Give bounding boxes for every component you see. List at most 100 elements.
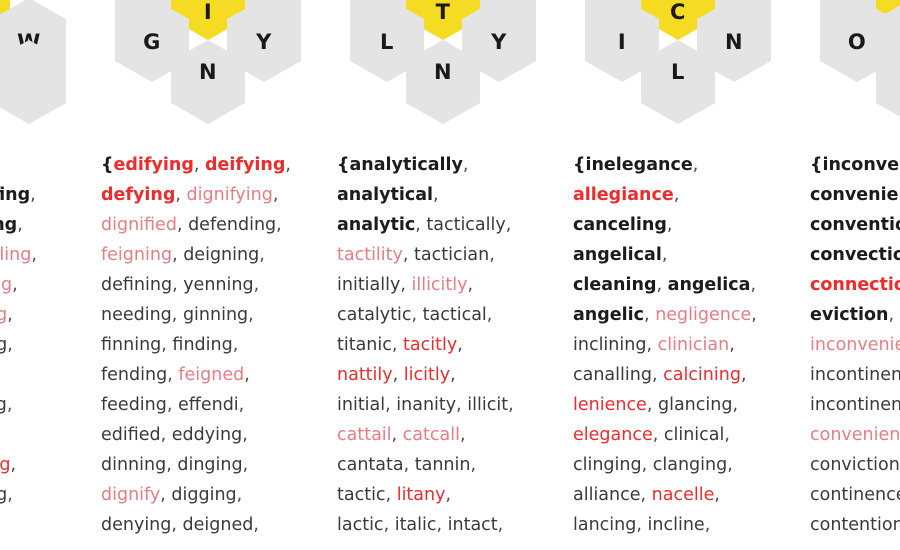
word-separator: , bbox=[253, 515, 259, 535]
word-token: cattail bbox=[337, 425, 392, 445]
word-token: analytic bbox=[337, 215, 416, 235]
word-line: feigning, deigning, bbox=[101, 240, 291, 270]
word-token: dinning bbox=[101, 455, 167, 475]
word-separator: , bbox=[661, 245, 668, 265]
word-line: {edifying, deifying, bbox=[101, 150, 291, 180]
word-token: angelica bbox=[667, 275, 751, 295]
word-separator: , bbox=[641, 455, 653, 475]
word-separator: , bbox=[172, 275, 184, 295]
word-separator: , bbox=[415, 215, 427, 235]
word-line: {inconvenience, bbox=[810, 150, 900, 180]
word-line: {analytically, bbox=[337, 150, 514, 180]
word-separator: , bbox=[714, 485, 720, 505]
word-separator: , bbox=[385, 395, 397, 415]
word-token: negligence bbox=[655, 305, 752, 325]
puzzle-1: W bbox=[0, 0, 120, 132]
word-token: initial bbox=[337, 395, 386, 415]
word-separator: , bbox=[259, 245, 265, 265]
word-line: dinning, dinging, bbox=[101, 450, 291, 480]
word-token: inconvenience bbox=[822, 155, 900, 175]
word-line: convenient, bbox=[810, 420, 900, 450]
word-separator: , bbox=[391, 425, 403, 445]
word-line: eviction, bbox=[810, 300, 900, 330]
word-token: clinging bbox=[573, 455, 642, 475]
word-line: ing, bbox=[0, 420, 37, 450]
word-separator: , bbox=[646, 335, 658, 355]
word-token: analytically bbox=[349, 155, 463, 175]
word-column-5: {inconvenience,convenience,convention,co… bbox=[810, 150, 900, 540]
word-line: fending, feigned, bbox=[101, 360, 291, 390]
word-separator: , bbox=[253, 275, 260, 295]
word-line: titanic, tacitly, bbox=[337, 330, 514, 360]
word-separator: , bbox=[171, 305, 183, 325]
word-token: tacitly bbox=[403, 335, 458, 355]
word-line: gging, bbox=[0, 300, 37, 330]
word-token: clinician bbox=[657, 335, 730, 355]
word-token: yenning bbox=[183, 275, 254, 295]
word-line: continence, bbox=[810, 480, 900, 510]
word-line: tactic, litany, bbox=[337, 480, 514, 510]
word-column-2: {edifying, deifying, defying, dignifying,… bbox=[101, 150, 291, 540]
word-token: litany bbox=[396, 485, 446, 505]
word-token: tactician bbox=[414, 245, 490, 265]
word-token: eddying bbox=[171, 425, 243, 445]
word-separator: , bbox=[732, 395, 739, 415]
word-separator: { bbox=[810, 155, 823, 175]
honeycomb-band: W I G Y N T L Y N C I N L O bbox=[0, 0, 900, 132]
word-line: ling, bbox=[0, 360, 37, 390]
word-line: edified, eddying, bbox=[101, 420, 291, 450]
word-separator: , bbox=[10, 455, 17, 475]
word-separator: , bbox=[666, 215, 673, 235]
word-line: owing, bbox=[0, 210, 37, 240]
word-separator: , bbox=[456, 395, 468, 415]
word-token: illicitly bbox=[411, 275, 468, 295]
word-token: ginning bbox=[182, 305, 249, 325]
word-token: titanic bbox=[337, 335, 392, 355]
word-separator: , bbox=[751, 305, 757, 325]
word-token: dinging bbox=[177, 455, 243, 475]
word-separator: , bbox=[656, 275, 668, 295]
word-line: finning, finding, bbox=[101, 330, 291, 360]
word-line: lactic, italic, intact, bbox=[337, 510, 514, 540]
hex-glyph: Y bbox=[491, 30, 507, 54]
word-line: analytic, tactically, bbox=[337, 210, 514, 240]
word-separator: , bbox=[160, 425, 172, 445]
word-separator: , bbox=[238, 395, 245, 415]
word-token: tannin bbox=[414, 455, 471, 475]
word-line: ggling, bbox=[0, 270, 37, 300]
word-line: conviction, bbox=[810, 450, 900, 480]
word-line: tactility, tactician, bbox=[337, 240, 514, 270]
word-token: glancing bbox=[657, 395, 733, 415]
word-separator: , bbox=[276, 215, 282, 235]
word-token: tactility bbox=[337, 245, 403, 265]
word-separator: , bbox=[176, 215, 189, 235]
word-separator: , bbox=[236, 485, 243, 505]
word-separator: , bbox=[673, 185, 680, 205]
word-token: finning bbox=[101, 335, 162, 355]
word-separator: , bbox=[6, 395, 13, 415]
word-separator: , bbox=[750, 275, 757, 295]
word-separator: , bbox=[285, 155, 291, 175]
word-token: going bbox=[0, 395, 7, 415]
word-token: digging bbox=[171, 485, 237, 505]
word-separator: , bbox=[17, 215, 23, 235]
word-separator: , bbox=[403, 455, 415, 475]
hex-glyph: N bbox=[433, 60, 453, 84]
word-line: angelic, negligence, bbox=[573, 300, 757, 330]
word-token: clanging bbox=[652, 455, 728, 475]
word-token: incontinent bbox=[810, 395, 900, 415]
word-line: lancing, incline, bbox=[573, 510, 757, 540]
word-separator: , bbox=[161, 335, 173, 355]
word-line: inclining, clinician, bbox=[573, 330, 757, 360]
word-token: convention bbox=[810, 215, 900, 235]
word-separator: , bbox=[166, 395, 179, 415]
word-line: {inelegance, bbox=[573, 150, 757, 180]
hex-glyph: L bbox=[671, 60, 685, 84]
word-separator: , bbox=[166, 455, 178, 475]
word-separator: , bbox=[644, 305, 656, 325]
word-separator: , bbox=[160, 485, 172, 505]
puzzle-2: I G Y N bbox=[115, 0, 355, 132]
word-token: convenience bbox=[810, 185, 900, 205]
word-separator: , bbox=[12, 275, 18, 295]
word-token: feigned bbox=[178, 365, 245, 385]
